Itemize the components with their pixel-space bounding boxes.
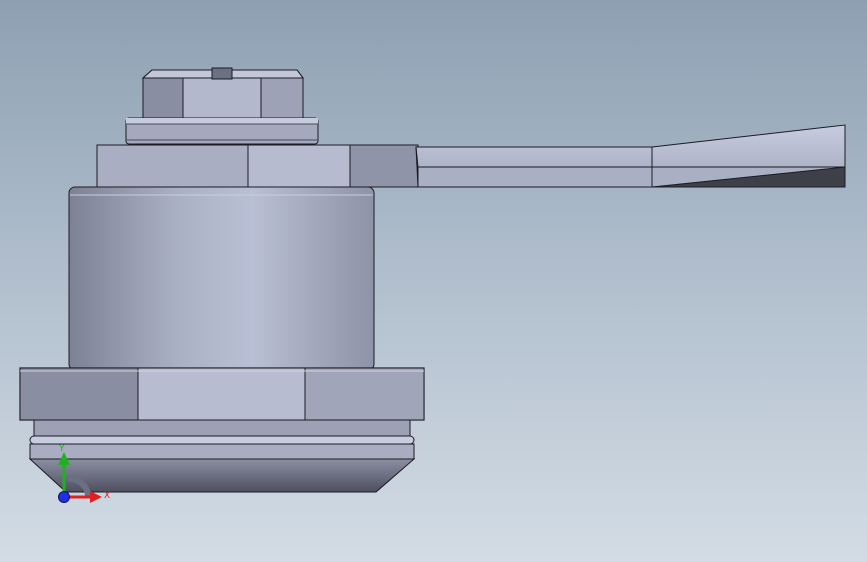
- threaded-collar: [29, 419, 415, 460]
- cam-hub: [96, 144, 419, 188]
- x-axis-arrowhead: [90, 491, 102, 503]
- top-hex-nut: [141, 67, 304, 119]
- y-axis-label: Y: [58, 444, 65, 454]
- screw-slot: [211, 67, 233, 80]
- graphics-viewport[interactable]: Y X: [0, 0, 867, 562]
- z-axis-dot: [58, 491, 70, 503]
- mounting-hex-nut: [19, 367, 425, 421]
- model-view[interactable]: Y X: [0, 0, 867, 562]
- x-axis-label: X: [104, 491, 110, 501]
- washer: [125, 117, 319, 145]
- lock-barrel: [68, 186, 375, 371]
- cam-arm: [415, 124, 846, 188]
